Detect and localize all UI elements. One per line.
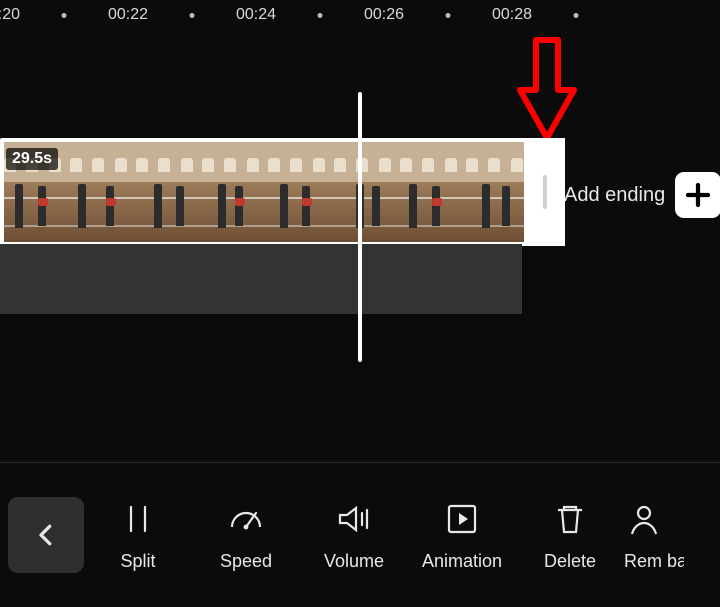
annotation-arrow-icon (516, 34, 578, 144)
clip-thumbnail (132, 142, 198, 242)
volume-button[interactable]: Volume (300, 463, 408, 607)
speed-icon (226, 499, 266, 539)
animation-label: Animation (422, 551, 502, 572)
delete-icon (550, 499, 590, 539)
delete-button[interactable]: Delete (516, 463, 624, 607)
split-button[interactable]: Split (84, 463, 192, 607)
remove-background-button[interactable]: Rem backg (624, 463, 684, 607)
plus-icon (675, 172, 720, 218)
edit-toolbar: Split Speed Volume Animation (0, 462, 720, 607)
clip-thumbnail (462, 142, 524, 242)
clip-thumbnail (264, 142, 330, 242)
back-button[interactable] (8, 497, 84, 573)
animation-button[interactable]: Animation (408, 463, 516, 607)
ruler-dot (62, 13, 67, 18)
clip-thumbnail (198, 142, 264, 242)
split-label: Split (120, 551, 155, 572)
ruler-tick-0: 00:20 (0, 6, 20, 24)
ruler-tick-1: 00:22 (108, 6, 148, 24)
volume-label: Volume (324, 551, 384, 572)
clip-duration-badge: 29.5s (6, 148, 58, 170)
add-ending-button[interactable]: Add ending (564, 172, 720, 218)
clip-trim-handle-right[interactable] (524, 138, 565, 246)
ruler-tick-3: 00:26 (364, 6, 404, 24)
person-icon (624, 500, 664, 540)
speed-button[interactable]: Speed (192, 463, 300, 607)
speed-label: Speed (220, 551, 272, 572)
ruler-dot (318, 13, 323, 18)
ruler-dot (446, 13, 451, 18)
volume-icon (334, 499, 374, 539)
time-ruler[interactable]: 00:20 00:22 00:24 00:26 00:28 (0, 0, 720, 34)
ruler-tick-4: 00:28 (492, 6, 532, 24)
clip-thumbnail (330, 142, 396, 242)
ruler-dot (190, 13, 195, 18)
clip-thumbnail (66, 142, 132, 242)
animation-icon (442, 499, 482, 539)
remove-bg-label: Rem backg (624, 552, 684, 571)
delete-label: Delete (544, 551, 596, 572)
split-icon (118, 499, 158, 539)
ruler-dot (574, 13, 579, 18)
clip-thumbnail (396, 142, 462, 242)
audio-track-empty[interactable] (0, 244, 522, 314)
video-clip[interactable] (0, 142, 524, 242)
ruler-tick-2: 00:24 (236, 6, 276, 24)
add-ending-label: Add ending (564, 184, 665, 207)
